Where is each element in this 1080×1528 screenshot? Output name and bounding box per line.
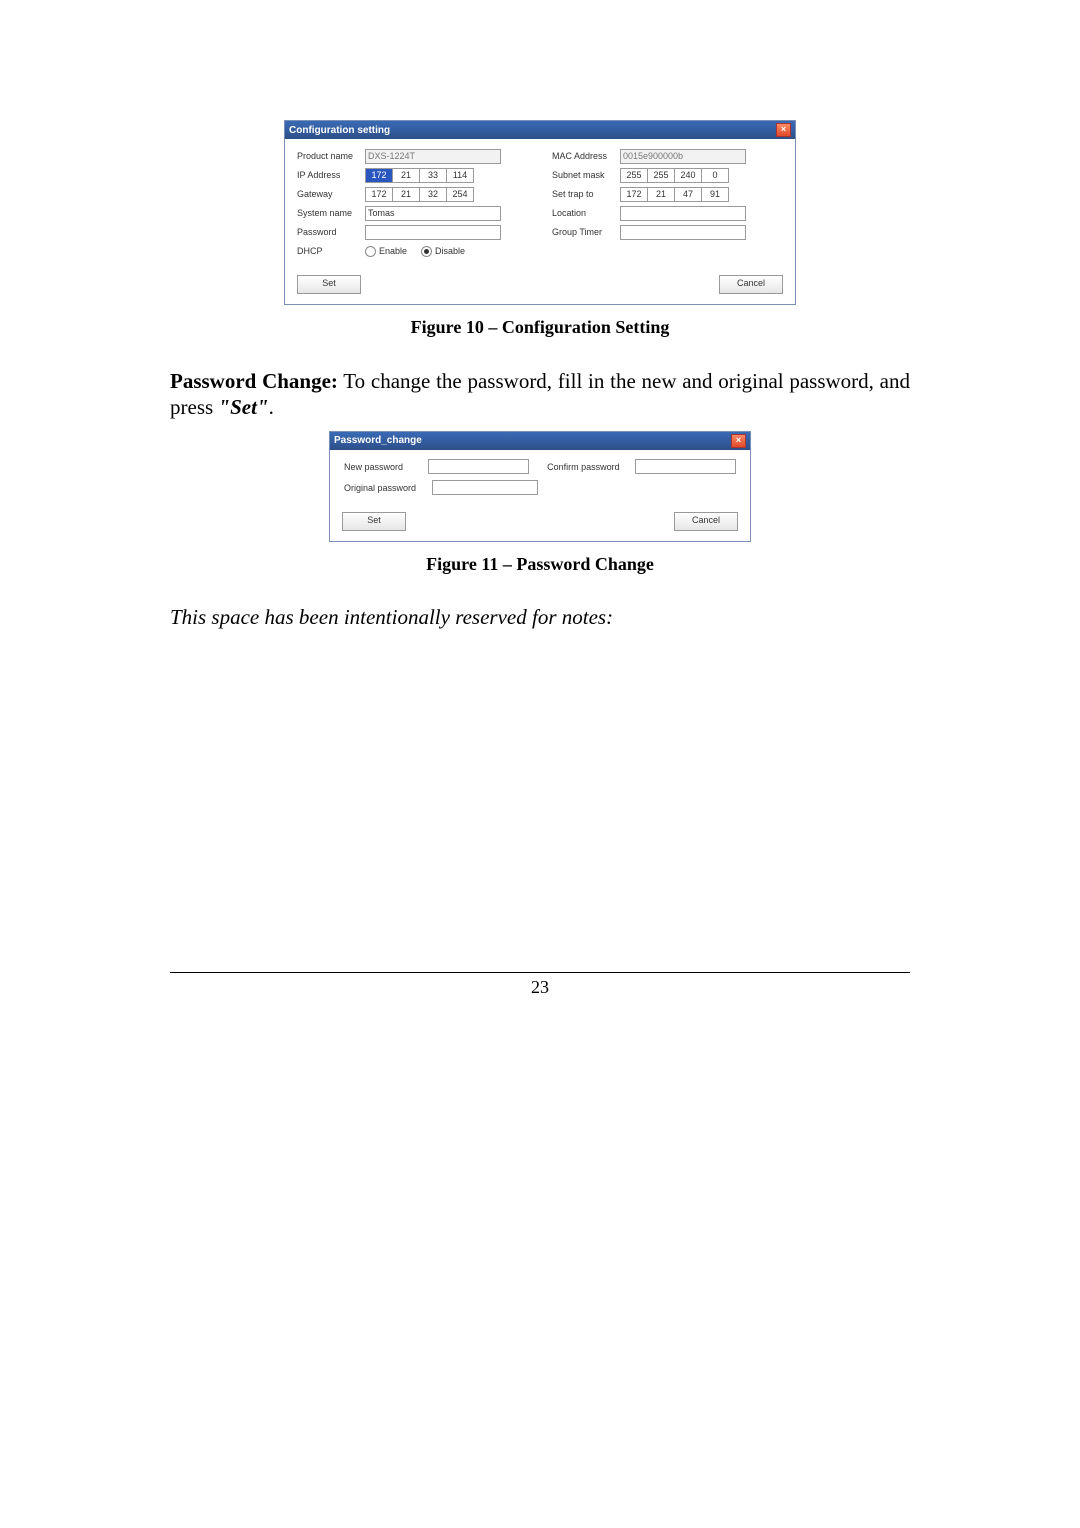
location-field[interactable]: [620, 206, 746, 221]
figure-11-caption: Figure 11 – Password Change: [170, 554, 910, 575]
radio-icon: [421, 246, 432, 257]
dialog-title: Password_change: [334, 435, 422, 446]
mac-address-field: 0015e900000b: [620, 149, 746, 164]
password-field[interactable]: [365, 225, 501, 240]
group-timer-label: Group Timer: [552, 227, 620, 237]
dialog-titlebar: Configuration setting ×: [285, 121, 795, 139]
password-change-lead: Password Change:: [170, 369, 338, 393]
group-timer-field[interactable]: [620, 225, 746, 240]
close-icon[interactable]: ×: [731, 434, 746, 448]
dhcp-radio-group: Enable Disable: [365, 246, 465, 257]
confirm-password-label: Confirm password: [547, 462, 635, 472]
new-password-field[interactable]: [428, 459, 529, 474]
system-name-label: System name: [297, 208, 365, 218]
dhcp-enable-radio[interactable]: Enable: [365, 246, 407, 257]
gateway-field[interactable]: 172 21 32 254: [365, 187, 474, 202]
location-label: Location: [552, 208, 620, 218]
figure-10-caption: Figure 10 – Configuration Setting: [170, 317, 910, 338]
dialog-titlebar: Password_change ×: [330, 432, 750, 450]
set-trap-to-field[interactable]: 172 21 47 91: [620, 187, 729, 202]
ip-address-field[interactable]: 172 21 33 114: [365, 168, 474, 183]
cancel-button[interactable]: Cancel: [674, 512, 738, 531]
ip-address-label: IP Address: [297, 170, 365, 180]
system-name-field[interactable]: Tomas: [365, 206, 501, 221]
dialog-title: Configuration setting: [289, 125, 390, 136]
subnet-mask-field[interactable]: 255 255 240 0: [620, 168, 729, 183]
original-password-field[interactable]: [432, 480, 538, 495]
product-name-field: DXS-1224T: [365, 149, 501, 164]
set-button[interactable]: Set: [297, 275, 361, 294]
new-password-label: New password: [344, 462, 428, 472]
password-change-paragraph: Password Change: To change the password,…: [170, 368, 910, 421]
page-number: 23: [531, 977, 549, 997]
dhcp-disable-radio[interactable]: Disable: [421, 246, 465, 257]
original-password-label: Original password: [344, 483, 432, 493]
page-footer: 23: [170, 972, 910, 998]
cancel-button[interactable]: Cancel: [719, 275, 783, 294]
set-trap-to-label: Set trap to: [552, 189, 620, 199]
config-setting-dialog: Configuration setting × Product name DXS…: [284, 120, 796, 305]
password-change-dialog: Password_change × New password Confirm p…: [329, 431, 751, 542]
confirm-password-field[interactable]: [635, 459, 736, 474]
mac-address-label: MAC Address: [552, 151, 620, 161]
subnet-mask-label: Subnet mask: [552, 170, 620, 180]
product-name-label: Product name: [297, 151, 365, 161]
close-icon[interactable]: ×: [776, 123, 791, 137]
set-button[interactable]: Set: [342, 512, 406, 531]
password-label: Password: [297, 227, 365, 237]
dhcp-label: DHCP: [297, 246, 365, 256]
notes-reserved-line: This space has been intentionally reserv…: [170, 605, 910, 630]
gateway-label: Gateway: [297, 189, 365, 199]
radio-icon: [365, 246, 376, 257]
